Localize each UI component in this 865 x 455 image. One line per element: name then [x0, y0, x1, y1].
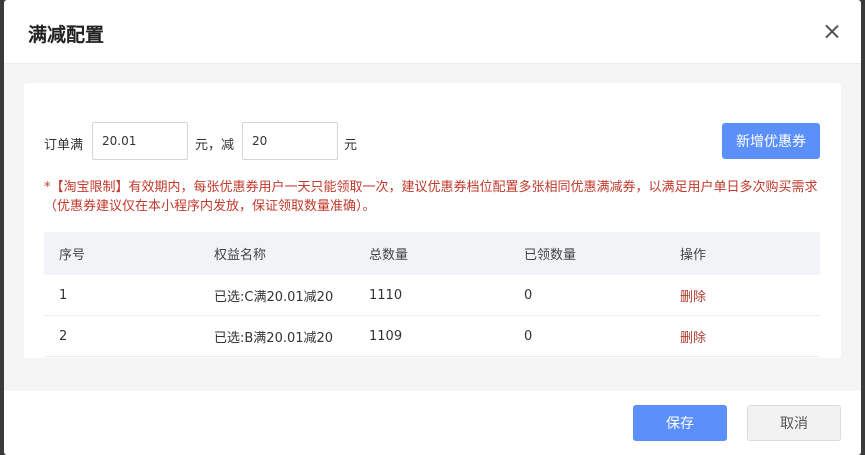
coupon-config-dialog: 满减配置 订单满 元，减 元 新增优惠券 *【淘宝限制】有效期内，每张优惠券用户… — [4, 0, 861, 455]
row-name: 已选:B满20.01减20 — [214, 330, 334, 346]
header-name: 权益名称 — [214, 248, 267, 263]
dialog-header: 满减配置 — [4, 0, 861, 64]
threshold-input[interactable] — [92, 122, 188, 160]
add-coupon-button[interactable]: 新增优惠券 — [722, 123, 820, 159]
header-claimed: 已领数量 — [524, 248, 577, 263]
order-threshold-label: 订单满 — [44, 138, 84, 153]
cancel-button[interactable]: 取消 — [747, 405, 841, 441]
header-action: 操作 — [680, 248, 707, 263]
table-row: 1 已选:C满20.01减20 1110 0 删除 — [44, 275, 820, 316]
row-total: 1109 — [369, 328, 403, 344]
config-card: 订单满 元，减 元 新增优惠券 *【淘宝限制】有效期内，每张优惠券用户一天只能领… — [24, 83, 841, 358]
unit-comma-label: 元，减 — [195, 138, 235, 153]
save-button[interactable]: 保存 — [633, 405, 727, 441]
delete-link[interactable]: 删除 — [680, 331, 706, 346]
row-total: 1110 — [369, 287, 403, 303]
coupon-table: 序号 权益名称 总数量 已领数量 操作 1 已选:C满20.01减20 1110… — [44, 232, 820, 357]
taobao-limit-notice: *【淘宝限制】有效期内，每张优惠券用户一天只能领取一次，建议优惠券档位配置多张相… — [44, 180, 818, 214]
row-index: 1 — [59, 287, 68, 303]
dialog-body: 订单满 元，减 元 新增优惠券 *【淘宝限制】有效期内，每张优惠券用户一天只能领… — [4, 64, 861, 391]
dialog-title: 满减配置 — [28, 24, 105, 46]
close-icon[interactable] — [825, 24, 839, 38]
row-name: 已选:C满20.01减20 — [214, 289, 334, 305]
discount-input[interactable] — [242, 122, 338, 160]
delete-link[interactable]: 删除 — [680, 290, 706, 305]
row-claimed: 0 — [524, 328, 533, 344]
row-index: 2 — [59, 328, 68, 344]
table-row: 2 已选:B满20.01减20 1109 0 删除 — [44, 316, 820, 357]
header-index: 序号 — [59, 248, 86, 263]
row-claimed: 0 — [524, 287, 533, 303]
unit-label: 元 — [344, 138, 358, 153]
table-header: 序号 权益名称 总数量 已领数量 操作 — [44, 232, 820, 275]
header-total: 总数量 — [369, 248, 409, 263]
